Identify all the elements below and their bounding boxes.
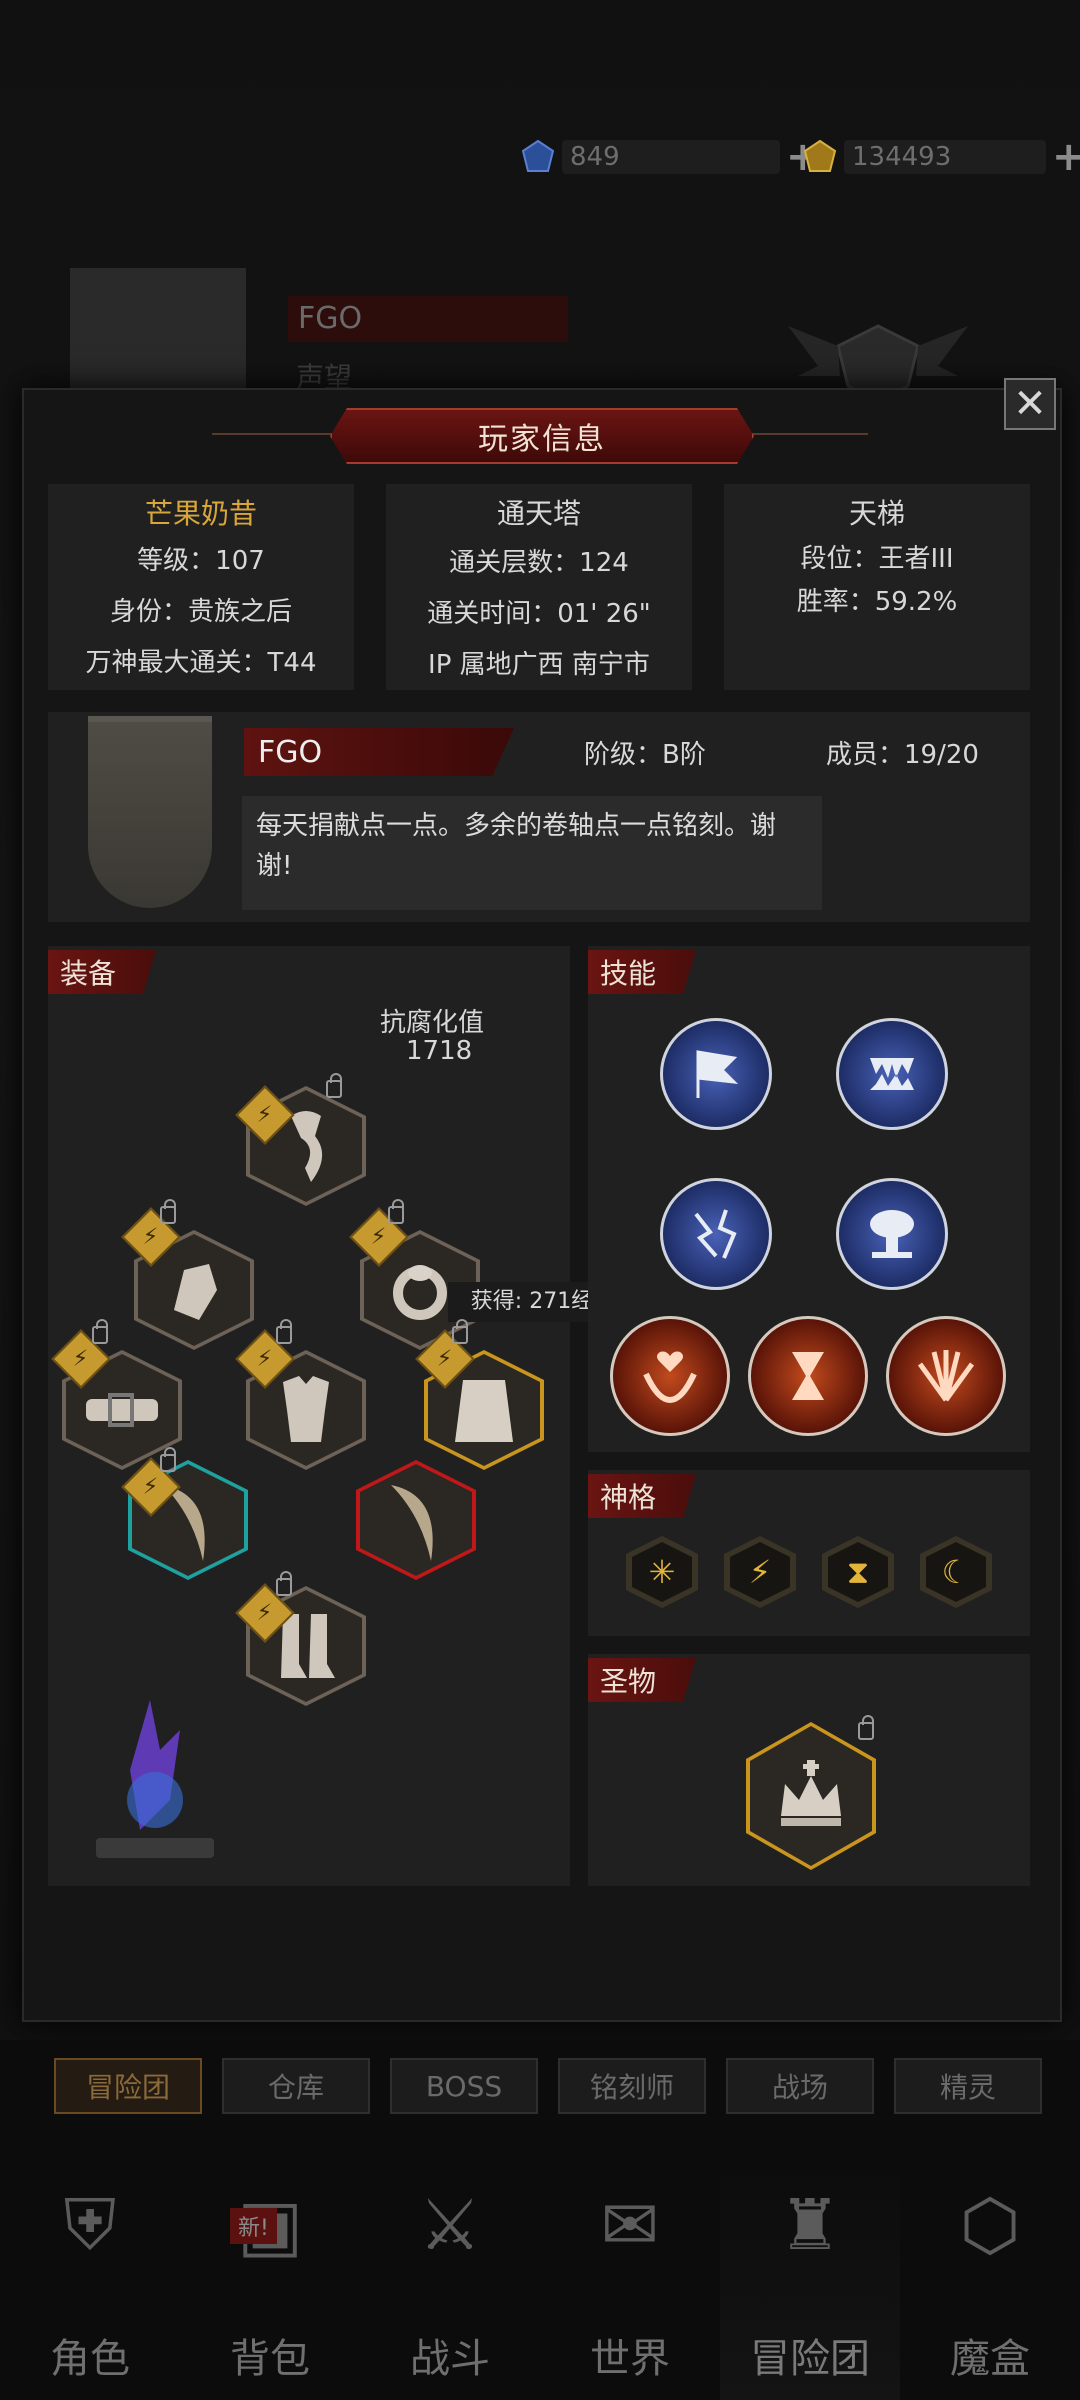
nav-label: 背包 <box>230 2336 310 2382</box>
background-guild-name: FGO <box>288 296 568 342</box>
guild-name: FGO <box>244 728 514 776</box>
nav-label: 冒险团 <box>750 2336 870 2382</box>
ip-location: IP 属地广西 南宁市 <box>428 650 650 680</box>
lock-icon <box>858 1715 874 1740</box>
fangs-skill-icon <box>870 1058 914 1090</box>
skill-lightning[interactable] <box>660 1178 772 1290</box>
subtab-guild[interactable]: 冒险团 <box>54 2058 202 2114</box>
gold-value: 134493 <box>852 142 952 172</box>
nav-backpack[interactable]: ▣ 新! 背包 <box>180 2160 360 2400</box>
gold-gem-icon <box>803 139 837 172</box>
lock-icon <box>388 1199 404 1224</box>
map-scroll-icon: ✉ <box>600 2184 660 2266</box>
ladder-stats-panel: 天梯 段位：王者III 胜率：59.2% <box>724 484 1030 690</box>
new-badge: 新! <box>230 2208 277 2244</box>
nav-label: 角色 <box>50 2336 130 2382</box>
diamond-currency: 849 + <box>520 134 820 180</box>
equipment-title: 装备 <box>48 950 157 994</box>
horn-icon <box>391 1485 433 1561</box>
guild-motto: 每天捐献点一点。多余的卷轴点一点铭刻。谢谢! <box>242 796 822 910</box>
nav-character[interactable]: ⛨ 角色 <box>0 2160 180 2400</box>
title-divider-right <box>748 433 868 435</box>
helmet-icon: ⛨ <box>63 2183 117 2266</box>
guild-flag <box>88 716 212 908</box>
subtab-battlefield[interactable]: 战场 <box>726 2058 874 2114</box>
hourglass-icon: ⧗ <box>828 1542 888 1602</box>
nav-world[interactable]: ✉ 世界 <box>540 2160 720 2400</box>
shield-sword-icon: ⚔ <box>418 2184 482 2266</box>
flag-skill-icon <box>696 1050 739 1098</box>
corruption-resist-label: 抗腐化值 <box>380 1008 485 1038</box>
heart-hands-icon <box>643 1351 697 1404</box>
lock-icon <box>160 1199 176 1224</box>
lightning-skill-icon <box>694 1209 737 1259</box>
corruption-resist-value: 1718 <box>406 1036 473 1066</box>
crown-icon <box>781 1760 841 1826</box>
skill-fangs[interactable] <box>836 1018 948 1130</box>
lock-icon <box>452 1319 468 1344</box>
lock-icon <box>326 1073 342 1098</box>
subtab-warehouse[interactable]: 仓库 <box>222 2058 370 2114</box>
nav-battle[interactable]: ⚔ 战斗 <box>360 2160 540 2400</box>
ladder-rank: 段位：王者III <box>800 544 954 574</box>
subtab-boss[interactable]: BOSS <box>390 2058 538 2114</box>
ladder-title: 天梯 <box>848 497 905 530</box>
nav-guild[interactable]: ♜ 冒险团 <box>720 2160 900 2400</box>
close-button[interactable]: ✕ <box>1004 378 1056 430</box>
add-gold-button[interactable]: + <box>1052 134 1080 180</box>
dialog-title: 玩家信息 <box>330 408 754 464</box>
mushroom-cloud-icon <box>870 1210 914 1258</box>
lock-icon <box>160 1447 176 1472</box>
nav-magic-box[interactable]: ⬡ 魔盒 <box>900 2160 1080 2400</box>
tower-time: 通关时间：01' 26" <box>427 599 651 629</box>
lock-icon <box>276 1571 292 1596</box>
gauntlet-icon <box>174 1264 217 1320</box>
close-icon: ✕ <box>1013 381 1047 427</box>
cloak-icon <box>455 1380 513 1442</box>
spirit-pet-icon <box>96 1700 214 1858</box>
moon-icon: ☾ <box>926 1542 986 1602</box>
skill-heart-hands[interactable] <box>610 1316 730 1436</box>
guild-tier: 阶级：B阶 <box>584 740 706 770</box>
gold-currency: 134493 + <box>802 134 1080 180</box>
skill-hourglass[interactable] <box>748 1316 868 1436</box>
snowflake-icon: ✳ <box>632 1542 692 1602</box>
armor-icon <box>283 1376 329 1442</box>
claw-icon: ⚡ <box>730 1542 790 1602</box>
player-stats-panel: 芒果奶昔 等级：107 身份：贵族之后 万神最大通关：T44 <box>48 484 354 690</box>
ring-icon <box>393 1265 447 1320</box>
subtab-engraver[interactable]: 铭刻师 <box>558 2058 706 2114</box>
belt-icon <box>86 1393 158 1427</box>
player-name: 芒果奶昔 <box>144 497 257 530</box>
guild-members: 成员：19/20 <box>826 740 979 770</box>
background-flag <box>70 268 246 398</box>
subtab-spirit[interactable]: 精灵 <box>894 2058 1042 2114</box>
skill-banner[interactable] <box>660 1018 772 1130</box>
nav-label: 魔盒 <box>950 2336 1030 2382</box>
nav-label: 战斗 <box>410 2336 490 2382</box>
lock-icon <box>276 1319 292 1344</box>
skills-title: 技能 <box>588 950 697 994</box>
hourglass-icon <box>792 1352 824 1400</box>
castle-icon: ♜ <box>778 2184 842 2266</box>
tower-title: 通天塔 <box>496 497 581 530</box>
relic-title: 圣物 <box>588 1658 697 1702</box>
tower-stats-panel: 通天塔 通关层数：124 通关时间：01' 26" IP 属地广西 南宁市 <box>386 484 692 690</box>
ladder-win-rate: 胜率：59.2% <box>796 587 958 617</box>
diamond-value: 849 <box>570 142 620 172</box>
blue-gem-icon <box>521 139 555 172</box>
skill-sunburst[interactable] <box>886 1316 1006 1436</box>
cube-icon: ⬡ <box>959 2184 1021 2266</box>
title-divider-left <box>212 433 332 435</box>
sunburst-icon <box>917 1350 975 1402</box>
player-identity: 身份：贵族之后 <box>109 597 292 627</box>
tower-floors: 通关层数：124 <box>449 548 629 578</box>
lock-icon <box>92 1319 108 1344</box>
player-max-clear: 万神最大通关：T44 <box>85 648 317 678</box>
player-level: 等级：107 <box>137 546 265 576</box>
divinity-title: 神格 <box>588 1474 697 1518</box>
skill-explosion[interactable] <box>836 1178 948 1290</box>
nav-label: 世界 <box>590 2336 670 2382</box>
